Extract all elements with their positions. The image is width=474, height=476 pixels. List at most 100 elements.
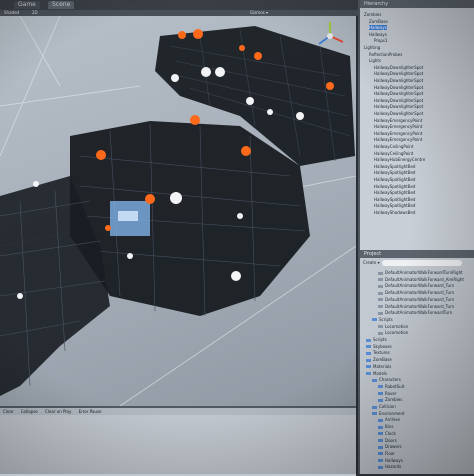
hierarchy-item[interactable]: HallwaySpotlightBed (374, 184, 415, 189)
folder-icon (378, 418, 383, 422)
project-folder[interactable]: Materials (366, 364, 391, 369)
console-toolbar: Clear Collapse Clear on Play Error Pause (0, 408, 356, 415)
persp-label: Persp (322, 50, 336, 56)
project-item-label: Characters (379, 377, 401, 383)
project-folder[interactable]: Doors (378, 438, 397, 443)
project-item-label: Locomotion (385, 330, 409, 336)
console-error-pause-toggle[interactable]: Error Pause (79, 409, 102, 414)
project-asset[interactable]: Locomotion (378, 324, 408, 329)
project-asset[interactable]: DefaultAnimatorWalkForward_Turn (378, 297, 454, 302)
hierarchy-item[interactable]: HallwayDownlighterSpot (374, 98, 423, 103)
project-item-label: Hazards (385, 464, 402, 470)
project-folder[interactable]: Scripts (366, 337, 387, 342)
project-title: Project (360, 250, 474, 258)
hierarchy-item[interactable]: HallwayDownlighterSpot (374, 71, 423, 76)
hierarchy-item[interactable]: HallwaySpotlightBed (374, 197, 415, 202)
hierarchy-item[interactable]: HallwayCeilingPoint (374, 144, 413, 149)
hierarchy-item[interactable]: HallwayDownlighterSpot (374, 78, 423, 83)
console-collapse-button[interactable]: Collapse (21, 409, 38, 414)
asset-icon (378, 325, 383, 329)
asset-icon (378, 278, 383, 282)
project-folder[interactable]: Hazards (378, 464, 401, 469)
project-asset[interactable]: DefaultAnimatorWalkForward_Turn (378, 290, 454, 295)
folder-icon (378, 439, 383, 442)
hierarchy-item[interactable]: Lighting (364, 45, 380, 50)
project-item-label: DefaultAnimatorWalkForwardTurn (385, 310, 453, 316)
hierarchy-item[interactable]: HallwayDownlighterSpot (374, 91, 423, 96)
folder-icon (372, 378, 377, 382)
project-item-label: Models (373, 370, 388, 376)
project-asset[interactable]: Locomotion (378, 330, 408, 335)
tab-game[interactable]: Game (14, 1, 40, 9)
hierarchy-item[interactable]: Hallways (369, 32, 387, 37)
project-folder[interactable]: Archive (378, 417, 400, 422)
folder-icon (378, 465, 383, 469)
project-asset[interactable]: DefaultAnimatorWalkForwardTurn (378, 310, 452, 315)
asset-icon (378, 291, 383, 295)
project-folder[interactable]: Models (366, 371, 387, 376)
project-folder[interactable]: Drawers (378, 444, 402, 449)
console-clear-button[interactable]: Clear (3, 409, 13, 414)
create-button[interactable]: Create ▾ (363, 260, 380, 265)
project-folder[interactable]: Floor (378, 451, 395, 456)
project-folder[interactable]: Environment (372, 411, 405, 416)
project-asset[interactable]: DefaultAnimatorWalkForward_Turn (378, 304, 454, 309)
folder-icon (378, 459, 383, 463)
hierarchy-item[interactable]: HallwayDownlighterSpot (374, 65, 423, 70)
console-clear-on-play-toggle[interactable]: Clear on Play (45, 409, 71, 414)
folder-icon (372, 405, 377, 409)
hierarchy-item[interactable]: Props1 (374, 38, 388, 43)
project-folder[interactable]: Bins (378, 424, 393, 429)
hierarchy-item[interactable]: HallwaySpotlightBed (374, 203, 415, 208)
project-asset[interactable]: DefaultAnimatorWalkForward_Turn (378, 283, 454, 288)
project-search-input[interactable] (382, 260, 462, 266)
hierarchy-item[interactable]: HallwayDownlighterSpot (374, 111, 423, 116)
project-item-label: Collision (379, 404, 396, 409)
project-folder[interactable]: Skyboxes (366, 344, 392, 349)
project-folder[interactable]: Zombies (378, 397, 402, 402)
hierarchy-item[interactable]: HallwayDownlighterSpot (374, 85, 423, 90)
project-folder[interactable]: RobotSuit (378, 384, 404, 389)
project-item-label: Materials (373, 363, 392, 369)
asset-icon (378, 271, 383, 275)
project-asset[interactable]: DefaultAnimatorWalkForward_AimRight (378, 277, 464, 282)
project-item-label: Zombies (385, 397, 403, 403)
hierarchy-item[interactable]: ZomBase (369, 19, 388, 24)
folder-icon (378, 398, 383, 402)
hierarchy-item[interactable]: HallwaySpotlightBed (374, 177, 415, 182)
project-folder[interactable]: Textures (366, 350, 390, 355)
hierarchy-item[interactable]: Zombies (364, 12, 381, 17)
project-item-label: Scripts (379, 316, 393, 322)
hierarchy-item[interactable]: HallwayCeilingPoint (374, 151, 413, 156)
orientation-gizmo[interactable] (318, 22, 344, 45)
project-folder[interactable]: Hallways (378, 458, 403, 463)
project-folder[interactable]: Clock (378, 431, 396, 436)
project-folder[interactable]: Scripts (372, 317, 393, 322)
editor-tab-bar: Game Scene (0, 0, 360, 10)
hierarchy-item[interactable]: HallwayEmergencyPoint (374, 131, 422, 136)
project-item-label: Clock (385, 430, 396, 436)
tab-scene[interactable]: Scene (48, 1, 75, 9)
folder-icon (378, 445, 383, 449)
hierarchy-item[interactable]: HallwayShadowsBed (374, 210, 415, 215)
hierarchy-item[interactable]: Hallways (369, 25, 387, 31)
folder-icon (378, 432, 383, 436)
project-asset[interactable]: DefaultAnimatorWalkForwardTurnRight (378, 270, 463, 275)
hierarchy-item[interactable]: HallwayEmergencyPoint (374, 124, 422, 129)
hierarchy-item[interactable]: HallwaySpotlightBed (374, 170, 415, 175)
project-folder[interactable]: Rover (378, 391, 397, 396)
hierarchy-item[interactable]: HallwayEmergencyPoint (374, 137, 422, 142)
project-folder[interactable]: ZomBase (366, 357, 392, 362)
hierarchy-item[interactable]: Lights (369, 58, 381, 63)
hierarchy-item[interactable]: HallwaySpotlightBed (374, 190, 415, 195)
scene-view[interactable]: Persp (0, 16, 356, 406)
project-item-label: Textures (373, 350, 390, 356)
hierarchy-item[interactable]: HallwayDownlighterSpot (374, 104, 423, 109)
folder-icon (378, 452, 383, 456)
hierarchy-item[interactable]: HallwaySpotlightBed (374, 164, 415, 169)
project-folder[interactable]: Collision (372, 404, 396, 409)
hierarchy-item[interactable]: HallwayEmergencyPoint (374, 118, 422, 123)
hierarchy-item[interactable]: ReflectionProbes (369, 52, 402, 57)
hierarchy-item[interactable]: HallwayHubEnergyCentre (374, 157, 425, 162)
project-folder[interactable]: Characters (372, 377, 401, 382)
